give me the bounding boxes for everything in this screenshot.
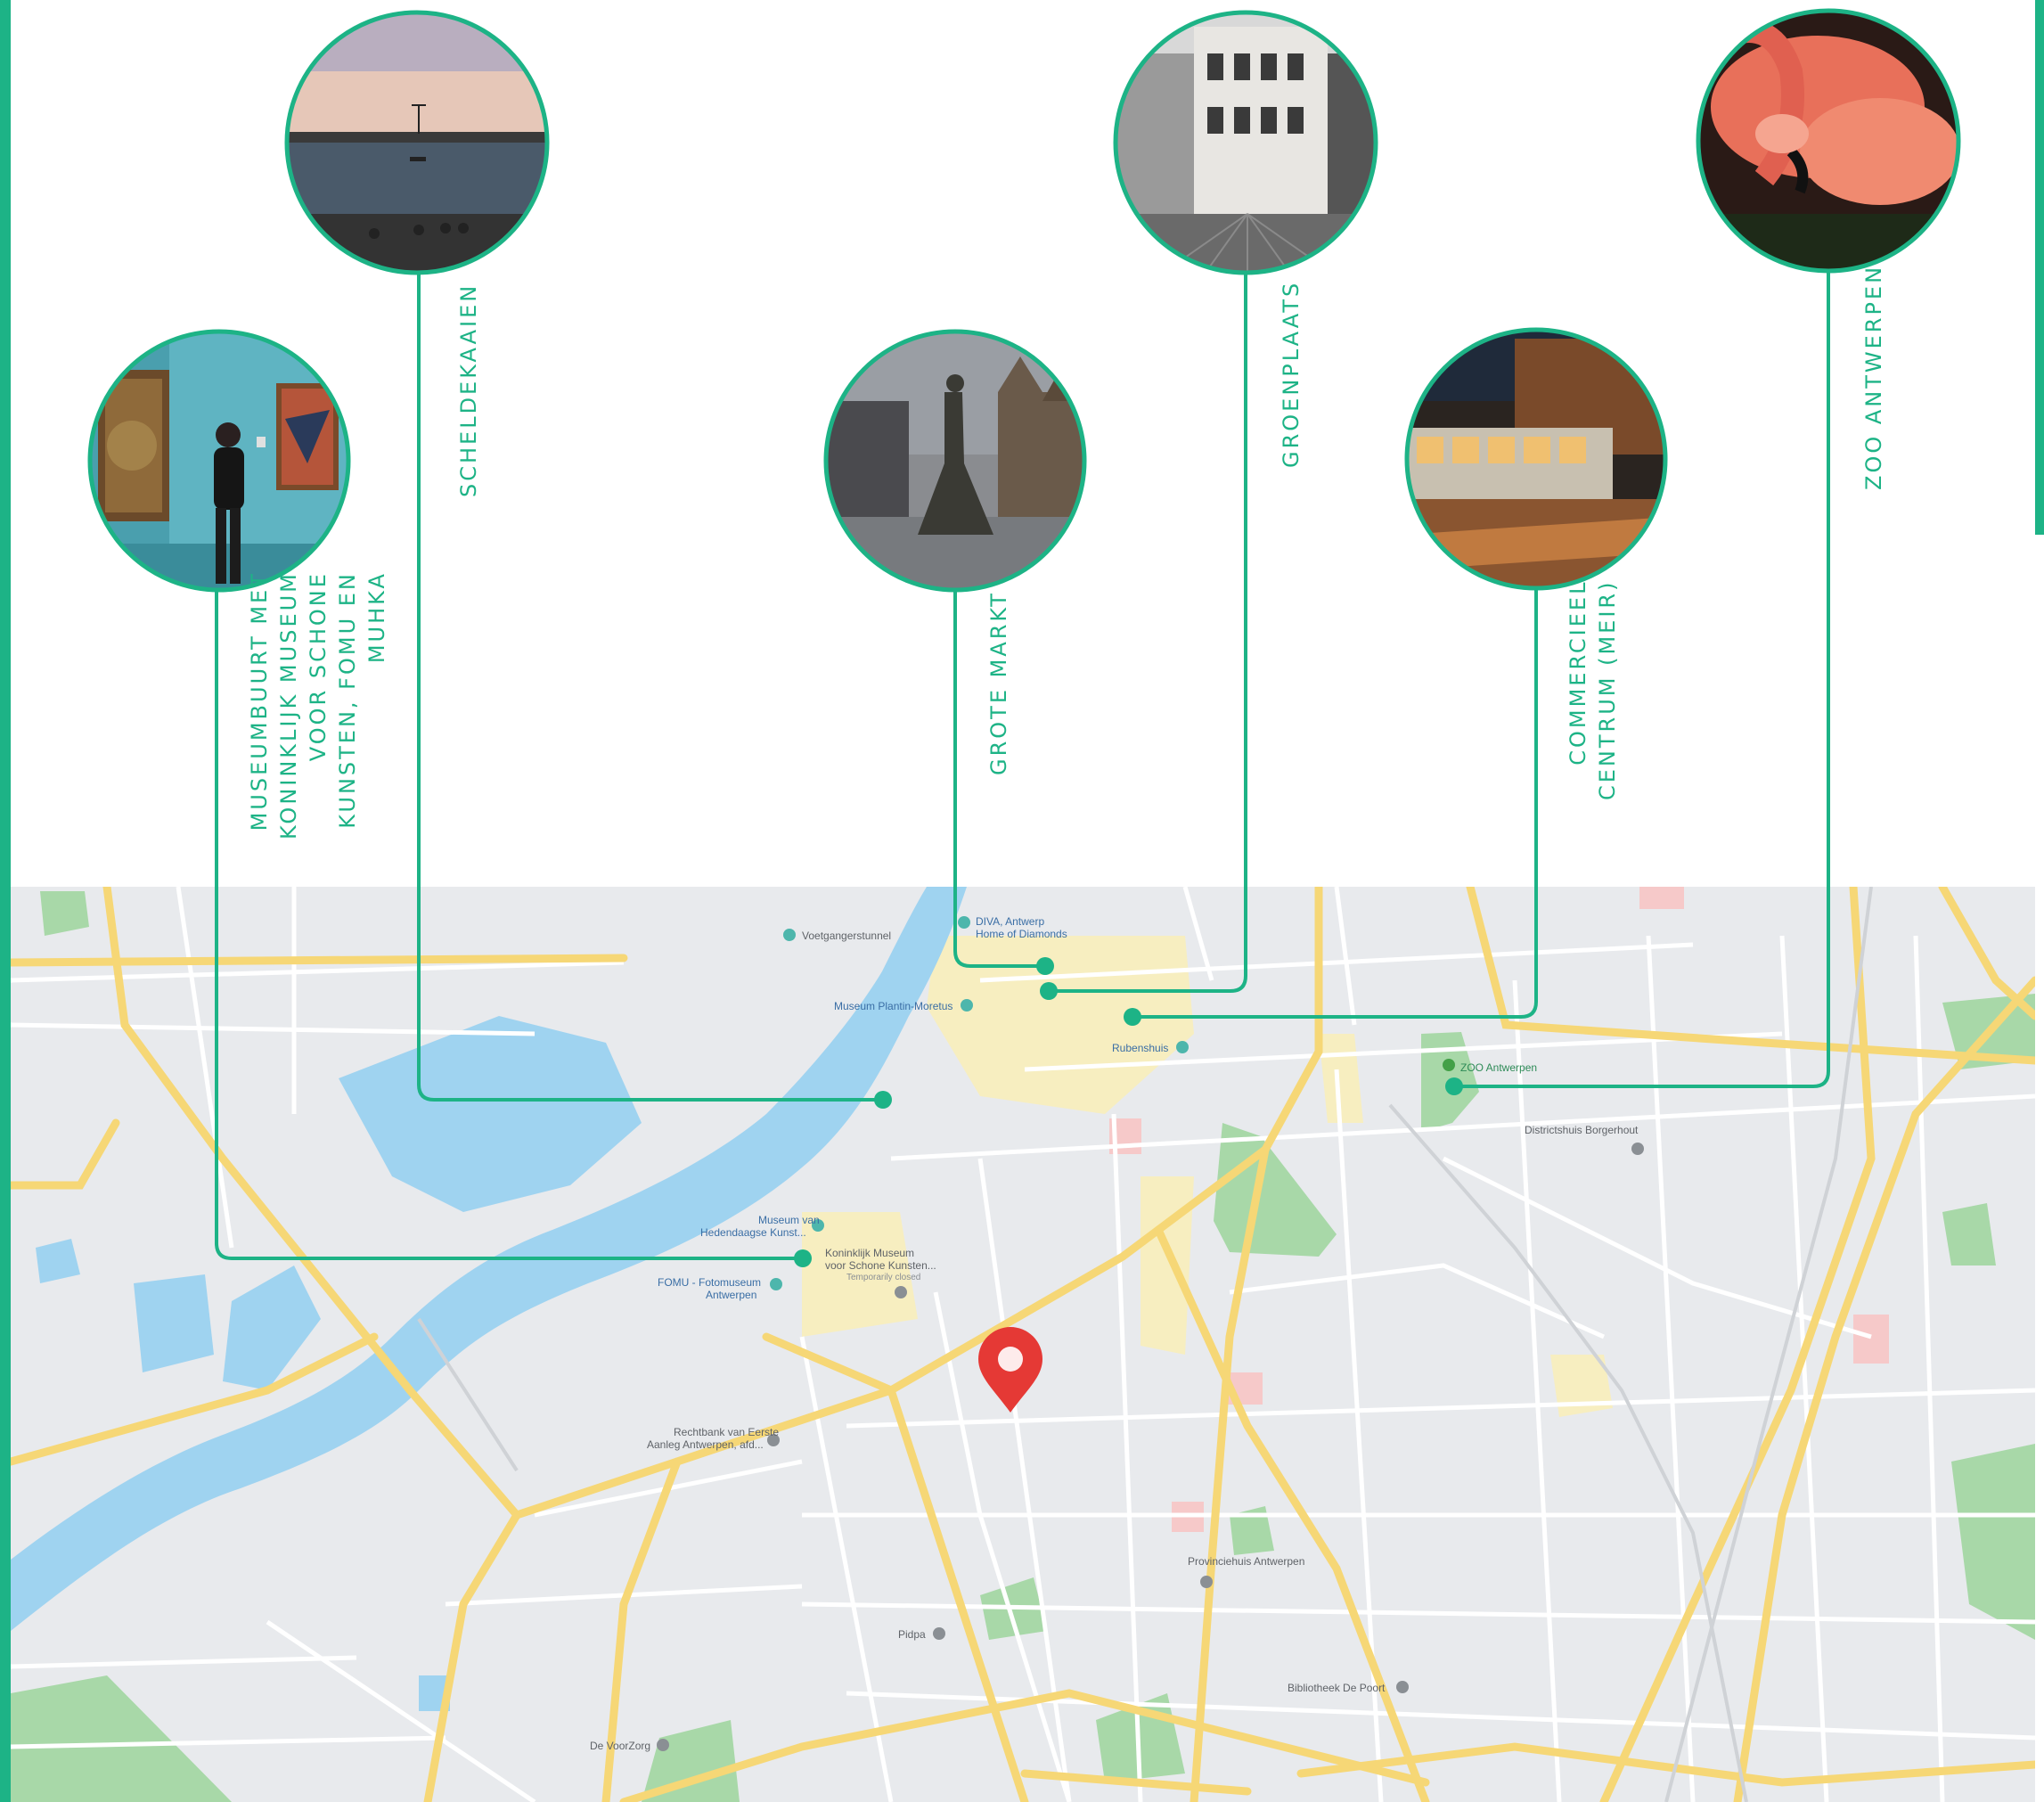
map-label-fomu-1: FOMU - Fotomuseum xyxy=(658,1276,761,1289)
map-label-fomu-2: Antwerpen xyxy=(706,1289,756,1301)
callout-label-schelde: SCHELDEKAAIEN xyxy=(456,283,481,497)
map-label-voetgangerstunnel: Voetgangerstunnel xyxy=(802,930,891,942)
brochure-page: Voetgangerstunnel DIVA, Antwerp Home of … xyxy=(0,0,2044,1802)
map-label-bibliotheek: Bibliotheek De Poort xyxy=(1288,1682,1386,1694)
street-map[interactable]: Voetgangerstunnel DIVA, Antwerp Home of … xyxy=(11,887,2035,1802)
callout-label-meir: COMMERCIEEL CENTRUM (MEIR) xyxy=(1566,579,1620,800)
callout-label-groen: GROENPLAATS xyxy=(1279,280,1304,468)
map-label-kmska-2: voor Schone Kunsten... xyxy=(825,1259,936,1272)
map-label-plantin-moretus: Museum Plantin-Moretus xyxy=(834,1000,953,1012)
callout-label-markt: GROTE MARKT xyxy=(986,591,1011,775)
map-scene: Voetgangerstunnel DIVA, Antwerp Home of … xyxy=(11,8,2035,1802)
map-label-voorzorg: De VoorZorg xyxy=(590,1740,650,1752)
river-quay-photo xyxy=(284,10,550,275)
map-label-rechtbank-2: Aanleg Antwerpen, afd... xyxy=(647,1438,764,1451)
map-label-districtshuis: Districtshuis Borgerhout xyxy=(1525,1124,1639,1136)
map-label-kmska-1: Koninklijk Museum xyxy=(825,1247,914,1259)
flamingo-photo xyxy=(1696,8,1961,274)
map-label-rechtbank-1: Rechtbank van Eerste xyxy=(674,1426,779,1438)
map-label-zoo: ZOO Antwerpen xyxy=(1460,1061,1537,1074)
map-label-kmska-closed: Temporarily closed xyxy=(846,1273,920,1282)
museum-room-photo xyxy=(87,329,351,593)
tram-night-photo xyxy=(1404,327,1668,591)
map-label-muhka-2: Hedendaagse Kunst... xyxy=(700,1226,806,1239)
groenplaats-square-photo xyxy=(1113,10,1378,275)
connector-groen xyxy=(1049,273,1247,993)
callout-label-museum: MUSEUMBUURT MET KONINKLIJK MUSEUM VOOR S… xyxy=(247,571,389,840)
map-label-provinciehuis: Provinciehuis Antwerpen xyxy=(1188,1555,1304,1568)
map-label-diva: DIVA, Antwerp xyxy=(976,915,1044,928)
grote-markt-fountain-photo xyxy=(823,329,1087,593)
callout-label-zoo: ZOO ANTWERPEN xyxy=(1861,264,1886,490)
map-label-muhka-1: Museum van xyxy=(758,1214,820,1226)
map-label-home-of-diamonds: Home of Diamonds xyxy=(976,928,1067,940)
map-label-pidpa: Pidpa xyxy=(898,1628,926,1641)
map-label-rubenshuis: Rubenshuis xyxy=(1112,1042,1168,1054)
